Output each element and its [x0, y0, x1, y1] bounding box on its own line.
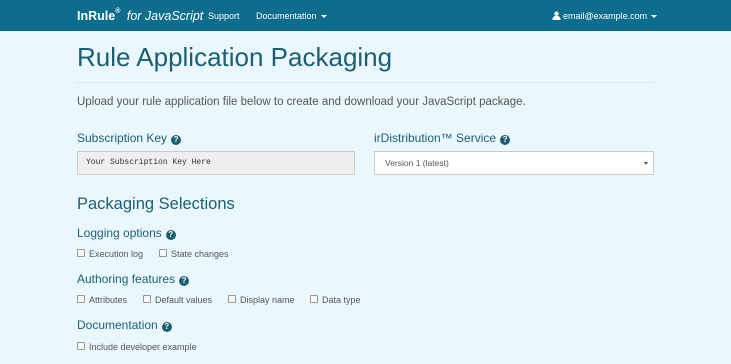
distribution-service-label: irDistribution™ Service? — [374, 131, 511, 145]
nav-support-link[interactable]: Support — [208, 11, 240, 21]
packaging-selections-heading: Packaging Selections — [77, 195, 235, 213]
checkbox-attributes[interactable]: Attributes — [77, 295, 127, 305]
brand-logo[interactable]: InRule® for JavaScript — [77, 8, 204, 23]
checkbox-display-name[interactable]: Display name — [228, 295, 295, 305]
brand-name: InRule® — [77, 8, 121, 23]
top-navbar: InRule® for JavaScript Support Documenta… — [0, 0, 731, 31]
checkbox-state-changes[interactable]: State changes — [159, 249, 229, 259]
authoring-features-label: Authoring features? — [77, 272, 190, 286]
user-email: email@example.com — [563, 11, 648, 21]
question-circle-icon[interactable]: ? — [500, 135, 511, 145]
checkbox-include-developer-example[interactable]: Include developer example — [77, 342, 197, 352]
documentation-label: Documentation? — [77, 318, 172, 332]
user-menu-dropdown[interactable]: email@example.com — [552, 11, 658, 21]
subscription-key-label: Subscription Key? — [77, 131, 182, 145]
checkbox-default-values[interactable]: Default values — [143, 295, 212, 305]
nav-documentation-label: Documentation — [256, 11, 317, 21]
checkbox-box[interactable] — [77, 342, 85, 350]
question-circle-icon[interactable]: ? — [165, 230, 176, 240]
question-circle-icon[interactable]: ? — [161, 322, 172, 332]
subscription-key-input[interactable]: Your Subscription Key Here — [77, 151, 355, 175]
brand-subtitle: for JavaScript — [126, 9, 204, 23]
checkbox-box[interactable] — [228, 295, 236, 303]
question-circle-icon[interactable]: ? — [179, 276, 190, 286]
title-divider — [77, 82, 654, 83]
checkbox-data-type[interactable]: Data type — [310, 295, 361, 305]
select-arrow-icon — [644, 162, 648, 165]
distribution-service-selected: Version 1 (latest) — [385, 158, 449, 168]
page-title: Rule Application Packaging — [77, 42, 393, 72]
checkbox-execution-log[interactable]: Execution log — [77, 249, 143, 259]
user-icon — [552, 11, 561, 20]
question-circle-icon[interactable]: ? — [171, 135, 182, 145]
checkbox-box[interactable] — [310, 295, 318, 303]
caret-down-icon — [320, 15, 327, 19]
checkbox-box[interactable] — [77, 249, 85, 257]
logging-options-label: Logging options? — [77, 226, 176, 240]
distribution-service-select[interactable]: Version 1 (latest) — [374, 151, 654, 175]
checkbox-box[interactable] — [143, 295, 151, 303]
checkbox-box[interactable] — [159, 249, 167, 257]
page-description: Upload your rule application file below … — [77, 96, 526, 108]
nav-documentation-dropdown[interactable]: Documentation — [256, 11, 327, 21]
caret-down-icon — [651, 15, 658, 19]
checkbox-box[interactable] — [77, 295, 85, 303]
